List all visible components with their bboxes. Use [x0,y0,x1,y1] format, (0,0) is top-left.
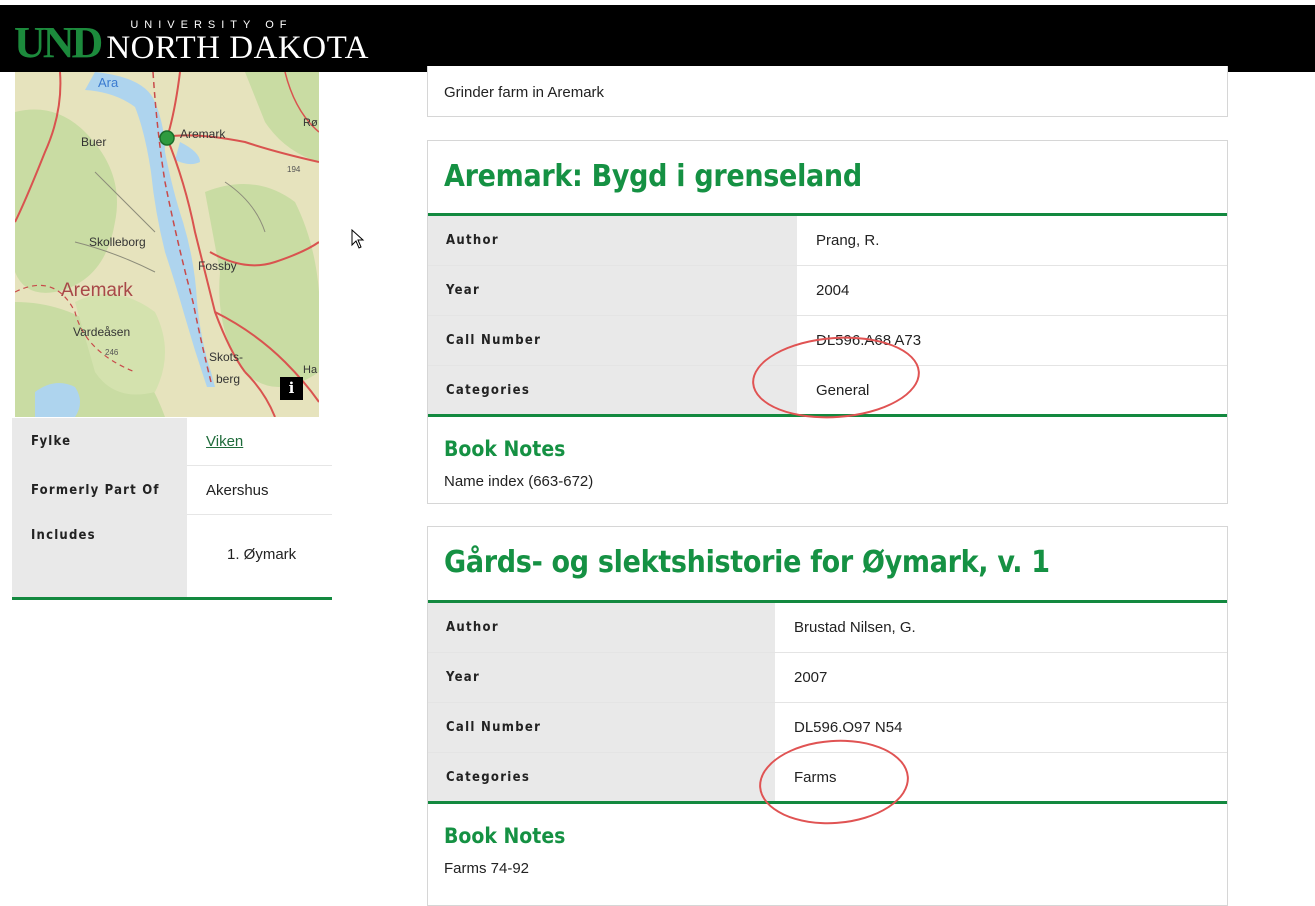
mouse-cursor-icon [351,229,365,249]
record-card-top: Grinder farm in Aremark [427,66,1228,117]
map-label-ro: Rø [303,117,318,129]
map-label-skots: Skots- [209,350,243,364]
county-row-formerly: Formerly Part Of Akershus [12,466,332,515]
field-label: Author [428,603,775,652]
field-label: Year [428,266,797,315]
map-label-ara: Ara [98,75,119,90]
field-label: Year [428,653,775,702]
map-label-buer: Buer [81,135,106,149]
map-info-button[interactable]: i [280,377,303,400]
field-label: Call Number [428,703,775,752]
book-field-row: Year 2007 [428,653,1227,703]
book-title: Gårds- og slektshistorie for Øymark, v. … [428,527,1227,603]
book-field-row: Year 2004 [428,266,1227,316]
county-value-includes: 1. Øymark [227,546,297,563]
map-label-aremark-region: Aremark [61,280,133,301]
map-label-ha: Ha [303,364,318,376]
book-field-row: Author Brustad Nilsen, G. [428,603,1227,653]
site-header: UND UNIVERSITY OF NORTH DAKOTA [0,0,1315,72]
book-notes-text: Farms 74-92 [444,860,530,877]
map-label-fossby: Fossby [198,259,237,273]
logo-university-name: NORTH DAKOTA [106,30,369,66]
field-label: Categories [428,753,775,801]
book-field-row: Author Prang, R. [428,216,1227,266]
field-value: Brustad Nilsen, G. [794,619,916,636]
county-label-formerly: Formerly Part Of [12,466,187,515]
field-label: Categories [428,366,797,414]
field-label: Call Number [428,316,797,365]
county-label-fylke: Fylke [12,418,187,466]
map-label-berg: berg [216,372,240,386]
und-logo[interactable]: UND UNIVERSITY OF NORTH DAKOTA [14,17,369,65]
location-map[interactable]: Ara Aremark Rø Buer 194 Skolleborg Fossb… [15,72,319,417]
field-value: 2007 [794,669,828,686]
logo-text: UNIVERSITY OF NORTH DAKOTA [106,19,369,65]
map-label-246: 246 [105,348,119,357]
book-title: Aremark: Bygd i grenseland [428,141,1227,216]
county-row-fylke: Fylke Viken [12,418,332,466]
map-label-skolleborg: Skolleborg [89,235,146,249]
book-card: Gårds- og slektshistorie for Øymark, v. … [427,526,1228,906]
fylke-link[interactable]: Viken [206,433,243,450]
field-value: Prang, R. [816,232,880,249]
und-logo-mark: UND [14,18,103,67]
book-notes-text: Name index (663-672) [444,473,594,490]
field-value: 2004 [816,282,850,299]
book-card: Aremark: Bygd i grenseland Author Prang,… [427,140,1228,504]
record-description: Grinder farm in Aremark [444,84,605,101]
county-info-table: Fylke Viken Formerly Part Of Akershus In… [12,418,332,600]
map-canvas: Ara Aremark Rø Buer 194 Skolleborg Fossb… [15,72,319,417]
field-label: Author [428,216,797,265]
map-label-194: 194 [287,165,301,174]
county-value-formerly: Akershus [187,466,332,515]
county-row-includes: Includes 1. Øymark [12,515,332,597]
map-label-aremark-village: Aremark [180,127,226,141]
county-label-includes: Includes [12,515,187,597]
map-label-vardeasen: Vardeåsen [73,325,130,339]
book-notes-heading: Book Notes [444,437,566,461]
